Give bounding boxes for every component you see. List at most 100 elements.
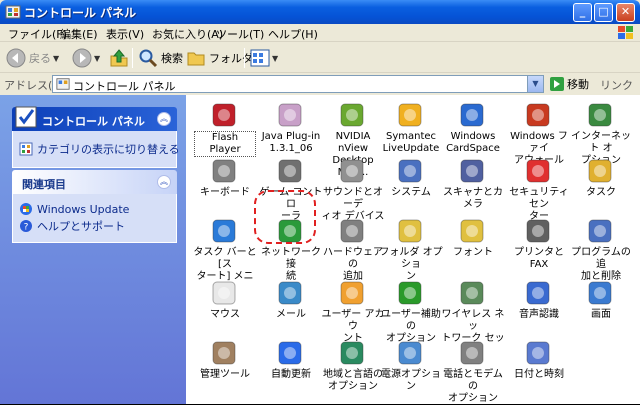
toolbar-separator [244, 48, 245, 68]
printers-and-fax-icon [526, 219, 550, 243]
search-button[interactable]: 検索 [138, 47, 183, 69]
panel-title: 関連項目 [22, 178, 66, 191]
item-security-center[interactable]: セキュリティ セン ター [506, 153, 572, 222]
svg-text:?: ? [24, 223, 29, 233]
item-wireless-network-setup[interactable]: ワイヤレス ネッ トワーク セット... [440, 275, 506, 356]
menu-view[interactable]: 表示(V) [106, 26, 144, 42]
help-and-support-link[interactable]: ? ヘルプとサポート [19, 218, 170, 234]
item-power-options[interactable]: 電源オプション [378, 335, 444, 401]
item-label: 自動更新 [271, 369, 311, 380]
views-icon [250, 49, 270, 67]
menu-file[interactable]: ファイル(F) [8, 26, 67, 42]
windows-update-link[interactable]: Windows Update [19, 202, 170, 216]
up-folder-button[interactable] [108, 47, 130, 69]
item-fonts[interactable]: フォント [440, 213, 506, 279]
forward-dropdown-icon[interactable]: ▼ [94, 54, 100, 63]
item-accessibility-options[interactable]: ユーザー補助の オプション [378, 275, 444, 344]
windows-firewall-icon [526, 103, 550, 127]
item-label: 電源オプション [381, 369, 441, 392]
item-label: スキャナとカメラ [443, 187, 503, 210]
menu-help[interactable]: ヘルプ(H) [268, 26, 318, 42]
item-sounds-and-audio[interactable]: サウンドとオーデ ィオ デバイス [320, 153, 386, 222]
collapse-chevron-icon[interactable]: ︽ [157, 175, 171, 189]
item-add-remove-programs[interactable]: プログラムの追 加と削除 [568, 213, 634, 282]
collapse-chevron-icon[interactable]: ︽ [157, 112, 171, 126]
scheduled-tasks-icon [588, 159, 612, 183]
item-user-accounts[interactable]: ユーザー アカウ ント [320, 275, 386, 344]
link-label: Windows Update [37, 202, 130, 216]
item-administrative-tools[interactable]: 管理ツール [192, 335, 258, 401]
symantec-liveupdate-icon [398, 103, 422, 127]
link-label: カテゴリの表示に切り替える [37, 143, 180, 156]
item-game-controllers[interactable]: ゲーム コントロ ーラ [258, 153, 324, 222]
taskbar-and-start-menu-icon [212, 219, 236, 243]
back-label: 戻る [29, 52, 51, 65]
minimize-button[interactable]: _ [573, 3, 592, 22]
folders-button[interactable]: フォルダ [186, 47, 253, 69]
address-dropdown-icon[interactable]: ▼ [527, 76, 543, 92]
item-display[interactable]: 画面 [568, 275, 634, 341]
item-label: 日付と時刻 [514, 369, 564, 380]
item-add-hardware[interactable]: ハードウェアの 追加 [320, 213, 386, 282]
network-connections-icon [278, 219, 302, 243]
item-system[interactable]: システム [378, 153, 444, 219]
item-speech[interactable]: 音声認識 [506, 275, 572, 341]
go-button[interactable]: 移動 [550, 76, 589, 92]
item-label: 電話とモデムの オプション [443, 369, 503, 404]
toolbar-separator [132, 48, 133, 68]
folders-label: フォルダ [209, 52, 253, 65]
item-printers-and-fax[interactable]: プリンタと FAX [506, 213, 572, 279]
item-date-and-time[interactable]: 日付と時刻 [506, 335, 572, 401]
item-regional-and-language[interactable]: 地域と言語の オプション [320, 335, 386, 401]
views-button[interactable]: ▼ [250, 47, 278, 69]
item-label: フォント [453, 247, 493, 258]
panel-header[interactable]: コントロール パネル ︽ [12, 106, 177, 131]
address-input[interactable]: コントロール パネル ▼ [52, 75, 544, 93]
item-mail[interactable]: メール [258, 275, 324, 341]
window-title: コントロール パネル [24, 6, 137, 20]
back-dropdown-icon[interactable]: ▼ [53, 54, 59, 63]
links-label[interactable]: リンク [600, 77, 633, 93]
item-keyboard[interactable]: キーボード [192, 153, 258, 219]
views-dropdown-icon[interactable]: ▼ [272, 54, 278, 63]
menu-bar: ファイル(F) 編集(E) 表示(V) お気に入り(A) ツール(T) ヘルプ(… [0, 24, 640, 42]
item-phone-and-modem[interactable]: 電話とモデムの オプション [440, 335, 506, 404]
control-panel-icon [5, 5, 21, 19]
menu-tools[interactable]: ツール(T) [216, 26, 264, 42]
item-label: 音声認識 [519, 309, 559, 320]
add-remove-programs-icon [588, 219, 612, 243]
mail-icon [278, 281, 302, 305]
toolbar: 戻る ▼ ▼ 検索 フォルダ ▼ [0, 43, 640, 73]
control-panel-task-panel: コントロール パネル ︽ カテゴリの表示に切り替える [12, 106, 180, 168]
item-label: Windows CardSpace [446, 131, 500, 154]
keyboard-icon [212, 159, 236, 183]
maximize-button[interactable]: □ [594, 3, 613, 22]
menu-favorites[interactable]: お気に入り(A) [152, 26, 223, 42]
item-scanners-and-cameras[interactable]: スキャナとカメラ [440, 153, 506, 219]
flash-player-icon [212, 103, 236, 127]
user-accounts-icon [340, 281, 364, 305]
forward-button[interactable]: ▼ [72, 47, 100, 69]
power-options-icon [398, 341, 422, 365]
display-icon [588, 281, 612, 305]
item-mouse[interactable]: マウス [192, 275, 258, 341]
item-folder-options[interactable]: フォルダ オプショ ン [378, 213, 444, 282]
item-automatic-updates[interactable]: 自動更新 [258, 335, 324, 401]
item-scheduled-tasks[interactable]: タスク [568, 153, 634, 219]
back-button[interactable]: 戻る ▼ [6, 47, 59, 69]
switch-to-category-view-link[interactable]: カテゴリの表示に切り替える [19, 141, 180, 157]
item-label: マウス [210, 309, 240, 320]
up-folder-icon [110, 49, 128, 67]
title-bar[interactable]: コントロール パネル _ □ ✕ [0, 0, 640, 24]
item-label: タスク [586, 187, 616, 198]
panel-header[interactable]: 関連項目 ︽ [12, 170, 177, 194]
address-bar: アドレス(D) コントロール パネル ▼ 移動 リンク [0, 74, 640, 94]
item-network-connections[interactable]: ネットワーク接 続 [258, 213, 324, 282]
close-button[interactable]: ✕ [616, 3, 635, 22]
item-taskbar-and-start-menu[interactable]: タスク バーと [ス タート] メニュー [192, 213, 258, 294]
mouse-icon [212, 281, 236, 305]
phone-and-modem-icon [460, 341, 484, 365]
item-label: Symantec LiveUpdate [382, 131, 440, 154]
security-center-icon [526, 159, 550, 183]
menu-edit[interactable]: 編集(E) [60, 26, 98, 42]
